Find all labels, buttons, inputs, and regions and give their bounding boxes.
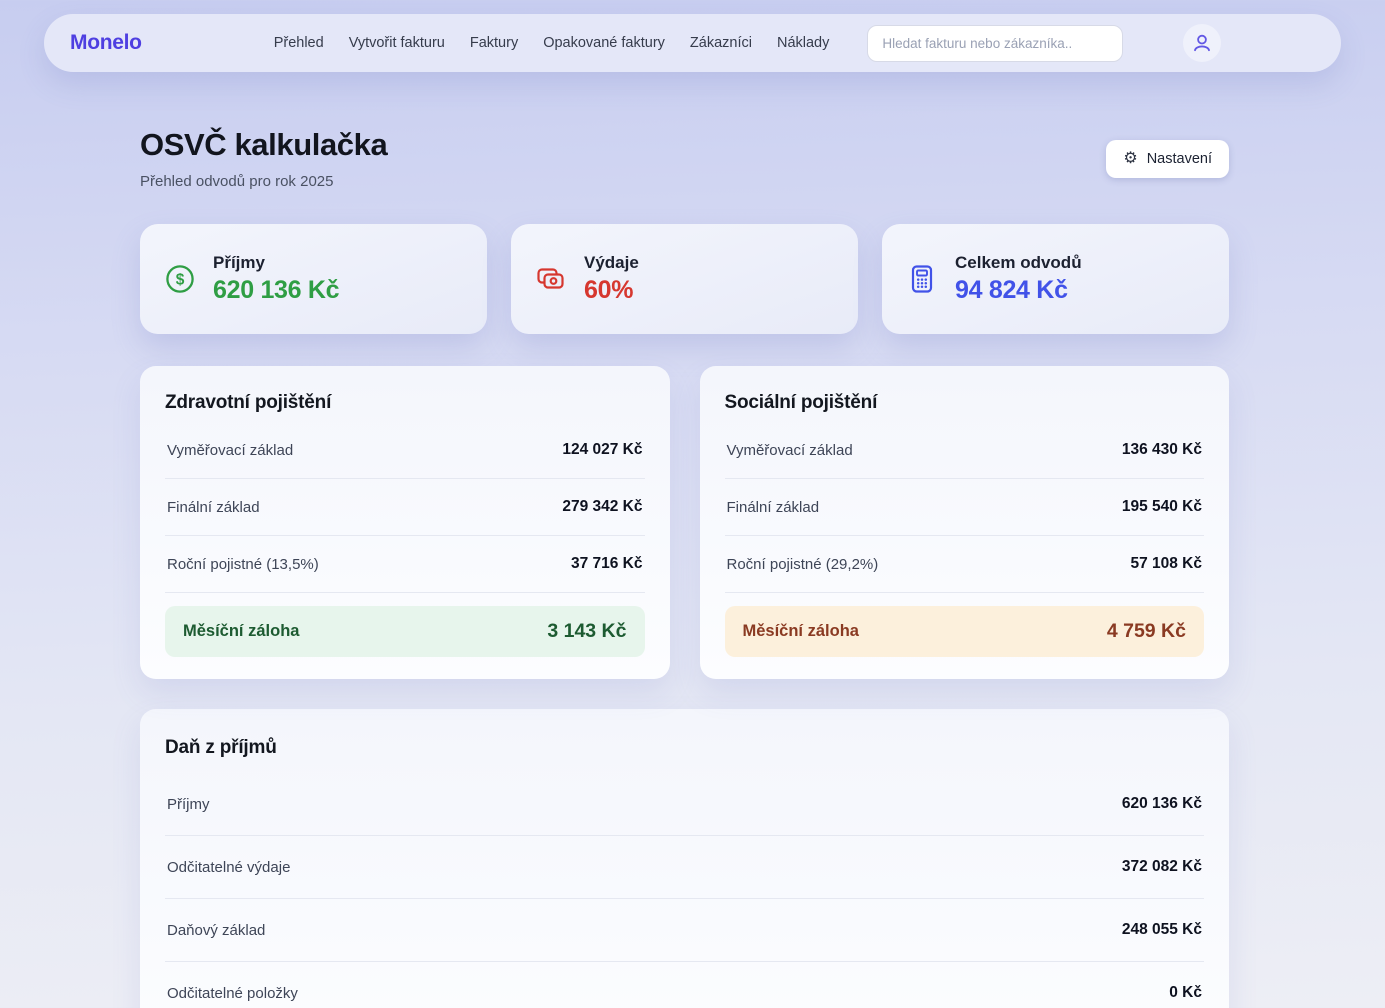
page-heading-block: OSVČ kalkulačka Přehled odvodů pro rok 2… [140,127,387,190]
card-title: Daň z příjmů [165,737,1204,759]
summary-label: Celkem odvodů [955,253,1082,273]
main-content: OSVČ kalkulačka Přehled odvodů pro rok 2… [140,127,1229,1008]
row-value: 195 540 Kč [1122,498,1202,516]
income-tax-card: Daň z příjmů Příjmy 620 136 Kč Odčitatel… [140,709,1229,1008]
page-title: OSVČ kalkulačka [140,127,387,163]
nav-menu: Přehled Vytvořit fakturu Faktury Opakova… [274,29,830,57]
row-value: 124 027 Kč [562,441,642,459]
table-row: Odčitatelné výdaje 372 082 Kč [165,836,1204,899]
nav-item-vytvorit-fakturu[interactable]: Vytvořit fakturu [349,29,445,57]
highlight-label: Měsíční záloha [743,622,859,641]
table-row: Vyměřovací základ 136 430 Kč [725,422,1205,479]
table-row: Vyměřovací základ 124 027 Kč [165,422,645,479]
nav-item-opakovane-faktury[interactable]: Opakované faktury [543,29,665,57]
brand-logo[interactable]: Monelo [70,31,142,55]
row-label: Finální základ [727,499,820,516]
health-insurance-card: Zdravotní pojištění Vyměřovací základ 12… [140,366,670,679]
social-insurance-card: Sociální pojištění Vyměřovací základ 136… [700,366,1230,679]
nav-item-naklady[interactable]: Náklady [777,29,829,57]
row-label: Roční pojistné (13,5%) [167,556,319,573]
table-row: Finální základ 195 540 Kč [725,479,1205,536]
dollar-circle-icon: $ [164,263,196,295]
summary-value: 94 824 Kč [955,276,1082,305]
row-label: Vyměřovací základ [727,442,853,459]
row-value: 620 136 Kč [1122,795,1202,813]
row-value: 0 Kč [1169,984,1202,1002]
table-row: Roční pojistné (29,2%) 57 108 Kč [725,536,1205,593]
table-row: Příjmy 620 136 Kč [165,773,1204,836]
page-header: OSVČ kalkulačka Přehled odvodů pro rok 2… [140,127,1229,190]
highlight-label: Měsíční záloha [183,622,299,641]
insurance-section: Zdravotní pojištění Vyměřovací základ 12… [140,366,1229,679]
nav-item-prehled[interactable]: Přehled [274,29,324,57]
user-icon [1191,32,1213,54]
highlight-value: 3 143 Kč [547,620,626,643]
svg-text:$: $ [176,272,185,289]
expenses-summary-card: Výdaje 60% [511,224,858,334]
monthly-advance-row: Měsíční záloha 4 759 Kč [725,606,1205,657]
nav-item-faktury[interactable]: Faktury [470,29,518,57]
row-value: 57 108 Kč [1130,555,1202,573]
table-row: Odčitatelné položky 0 Kč [165,962,1204,1008]
summary-value: 620 136 Kč [213,276,339,305]
row-value: 136 430 Kč [1122,441,1202,459]
monthly-advance-row: Měsíční záloha 3 143 Kč [165,606,645,657]
summary-label: Výdaje [584,253,639,273]
row-label: Daňový základ [167,922,265,939]
card-title: Sociální pojištění [725,392,1205,414]
row-value: 372 082 Kč [1122,858,1202,876]
table-row: Roční pojistné (13,5%) 37 716 Kč [165,536,645,593]
row-label: Vyměřovací základ [167,442,293,459]
row-value: 279 342 Kč [562,498,642,516]
row-label: Příjmy [167,796,210,813]
row-label: Roční pojistné (29,2%) [727,556,879,573]
table-row: Daňový základ 248 055 Kč [165,899,1204,962]
gear-icon: ⚙ [1123,151,1137,167]
row-label: Odčitatelné výdaje [167,859,290,876]
row-label: Odčitatelné položky [167,985,298,1002]
total-levies-summary-card: Celkem odvodů 94 824 Kč [882,224,1229,334]
table-row: Finální základ 279 342 Kč [165,479,645,536]
card-title: Zdravotní pojištění [165,392,645,414]
highlight-value: 4 759 Kč [1107,620,1186,643]
search-input[interactable] [867,25,1123,62]
row-value: 37 716 Kč [571,555,643,573]
summary-cards: $ Příjmy 620 136 Kč Výdaje 60% [140,224,1229,334]
row-value: 248 055 Kč [1122,921,1202,939]
settings-button[interactable]: ⚙ Nastavení [1106,140,1229,178]
avatar-button[interactable] [1183,24,1221,62]
nav-item-zakaznici[interactable]: Zákazníci [690,29,752,57]
summary-value: 60% [584,276,639,305]
calculator-icon [906,263,938,295]
page-subtitle: Přehled odvodů pro rok 2025 [140,173,387,190]
top-navbar: Monelo Přehled Vytvořit fakturu Faktury … [44,14,1341,72]
settings-button-label: Nastavení [1147,151,1212,167]
income-summary-card: $ Příjmy 620 136 Kč [140,224,487,334]
summary-label: Příjmy [213,253,339,273]
row-label: Finální základ [167,499,260,516]
banknotes-icon [535,263,567,295]
